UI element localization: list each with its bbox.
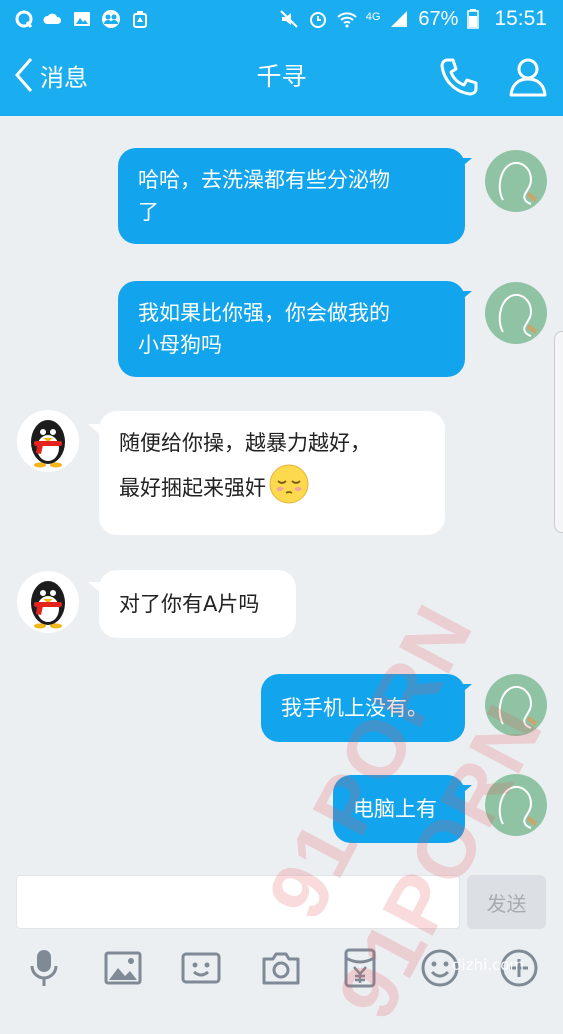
image-icon[interactable]	[103, 948, 143, 988]
message-bubble[interactable]: 对了你有A片吗	[99, 570, 296, 638]
status-bar-right: 4G 67% 15:51	[279, 7, 547, 31]
battery-icon	[467, 9, 480, 29]
bubble-tail	[458, 684, 472, 696]
emoji-icon[interactable]	[420, 948, 460, 988]
image-icon	[74, 12, 90, 26]
scroll-handle[interactable]	[554, 331, 563, 533]
battery-percent: 67%	[418, 7, 459, 30]
message-text-row: 最好捆起来强奸	[119, 464, 425, 505]
message-text-line: 我手机上没有。	[281, 696, 428, 720]
penguin-avatar-icon	[31, 581, 65, 629]
wifi-icon	[337, 12, 357, 28]
signal-icon	[391, 11, 408, 27]
avatar[interactable]	[485, 282, 547, 344]
send-button[interactable]: 发送	[467, 875, 546, 929]
alarm-icon	[309, 12, 326, 28]
message-bubble[interactable]: 哈哈，去洗澡都有些分泌物 了	[118, 148, 465, 244]
message-text-line: 随便给你操，越暴力越好，	[119, 431, 371, 455]
back-button[interactable]: 消息	[14, 57, 88, 93]
back-button-label: 消息	[40, 63, 88, 92]
red-packet-icon[interactable]	[340, 948, 380, 988]
message-text-line: 对了你有A片吗	[119, 592, 260, 616]
message-bubble[interactable]: 随便给你操，越暴力越好， 最好捆起来强奸	[99, 411, 445, 535]
bubble-tail	[458, 158, 472, 170]
bubble-tail	[458, 291, 472, 303]
phone-icon[interactable]	[438, 56, 480, 98]
user-avatar-icon	[498, 786, 537, 829]
camera-icon[interactable]	[261, 948, 301, 988]
cleaner-icon	[133, 11, 147, 28]
message-text-line: 了	[138, 200, 159, 224]
input-toolbar: dizhi.com	[0, 930, 563, 1000]
avatar[interactable]	[485, 674, 547, 736]
status-bar-left	[14, 9, 150, 29]
message-input[interactable]	[16, 875, 460, 929]
message-text-line: 哈哈，去洗澡都有些分泌物	[138, 168, 390, 192]
qq-icon	[15, 10, 33, 28]
avatar[interactable]	[17, 571, 79, 633]
message-text-line: 小母狗吗	[138, 333, 222, 357]
video-call-icon[interactable]	[181, 948, 221, 988]
user-avatar-icon	[498, 162, 537, 205]
chat-header: 消息 千寻	[0, 38, 563, 116]
profile-icon[interactable]	[508, 56, 548, 98]
message-text-line: 最好捆起来强奸	[119, 476, 266, 500]
plus-icon[interactable]	[499, 948, 539, 988]
chevron-left-icon	[15, 58, 33, 92]
user-avatar-icon	[498, 686, 537, 729]
sleepy-face-emoji	[269, 464, 309, 504]
clock: 15:51	[494, 7, 547, 30]
message-composer: 发送	[0, 860, 563, 930]
avatar[interactable]	[17, 410, 79, 472]
message-bubble[interactable]: 电脑上有	[333, 775, 465, 843]
penguin-avatar-icon	[31, 420, 65, 468]
status-bar: 4G 67% 15:51	[0, 0, 563, 38]
message-text-line: 我如果比你强，你会做我的	[138, 301, 390, 325]
cloud-icon	[43, 13, 62, 24]
avatar[interactable]	[485, 774, 547, 836]
mute-icon	[280, 10, 298, 28]
chat-message-list[interactable]: 哈哈，去洗澡都有些分泌物 了 我如果比你强，你会做我的 小母狗吗 随便给你操，越…	[0, 116, 563, 860]
message-bubble[interactable]: 我手机上没有。	[261, 674, 465, 742]
network-type: 4G	[365, 11, 381, 23]
message-bubble[interactable]: 我如果比你强，你会做我的 小母狗吗	[118, 281, 465, 377]
bubble-tail	[458, 785, 472, 797]
contacts-icon	[102, 10, 120, 28]
message-text-line: 电脑上有	[353, 797, 437, 821]
user-avatar-icon	[498, 294, 537, 337]
microphone-icon[interactable]	[24, 948, 64, 988]
avatar[interactable]	[485, 150, 547, 212]
